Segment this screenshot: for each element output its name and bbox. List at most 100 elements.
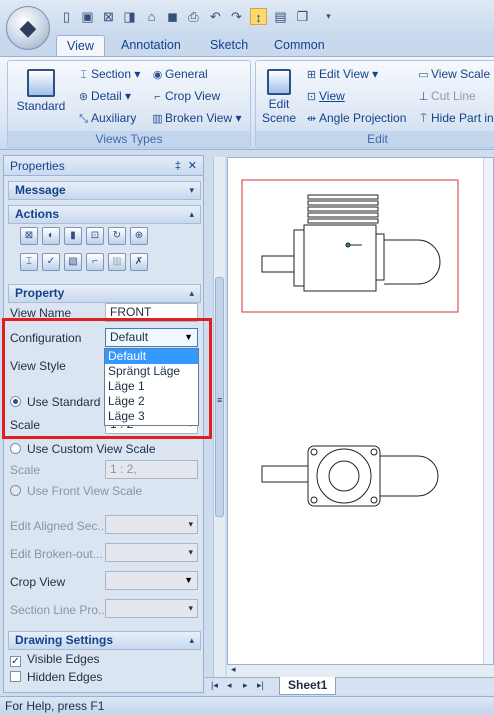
notes-icon[interactable]: ▤ — [272, 8, 289, 25]
view-label: View — [319, 89, 345, 103]
window-icon[interactable]: ❐ — [294, 8, 311, 25]
section-line-select[interactable]: ▾ — [105, 599, 198, 618]
general-icon: ◉ — [152, 69, 163, 81]
pin-icon[interactable]: ‡ — [175, 156, 181, 176]
undo-icon[interactable]: ↶ — [207, 8, 224, 25]
drawing-sheet — [241, 179, 459, 507]
canvas-horizontal-scrollbar[interactable]: ◂ — [227, 664, 494, 677]
custom-scale-label: Scale — [10, 463, 41, 477]
dropdown-arrow-icon: ▾ — [188, 547, 193, 557]
next-sheet-icon[interactable]: ▸ — [243, 680, 248, 691]
export-icon[interactable]: ⊠ — [100, 8, 117, 25]
edit-broken-label: Edit Broken-out... — [10, 547, 103, 561]
action-crop-icon[interactable]: ⌐ — [86, 253, 104, 271]
open-icon[interactable]: ▣ — [79, 8, 96, 25]
section-button[interactable]: ⌶ Section ▾ — [76, 66, 140, 84]
use-front-scale-radio[interactable]: Use Front View Scale — [10, 483, 142, 499]
view-button[interactable]: ⊡ View — [304, 88, 345, 106]
use-front-label: Use Front View Scale — [27, 484, 143, 498]
dropdown-arrow-icon: ▼ — [184, 575, 193, 585]
print-icon[interactable]: ⎙ — [185, 8, 202, 25]
smart-dimension-icon[interactable]: ↕ — [250, 8, 267, 25]
highlight-annotation-box — [2, 318, 212, 439]
use-custom-label: Use Custom View Scale — [27, 442, 156, 456]
folder-icon[interactable]: ⌂ — [143, 8, 160, 25]
checkbox-checked-icon: ✓ — [10, 656, 21, 667]
custom-scale-field[interactable]: 1 : 2, — [105, 460, 198, 479]
ribbon: Standard ⌶ Section ▾ ⊛ Detail ▾ ⤡ Auxiliary… — [0, 56, 494, 150]
edit-view-button[interactable]: ⊞ Edit View ▾ — [304, 66, 378, 84]
cut-line-label: Cut Line — [431, 89, 476, 103]
properties-title-text: Properties — [10, 159, 65, 173]
first-sheet-icon[interactable]: |◂ — [211, 680, 218, 691]
message-section-header[interactable]: Message ▾ — [8, 181, 201, 200]
action-view-icon[interactable]: ⊠ — [20, 227, 38, 245]
edit-aligned-select[interactable]: ▾ — [105, 515, 198, 534]
hidden-edges-checkbox[interactable]: Hidden Edges — [10, 669, 102, 685]
drawing-canvas[interactable] — [227, 157, 494, 665]
sheet-tab-sheet1[interactable]: Sheet1 — [279, 677, 337, 695]
redo-icon[interactable]: ↷ — [228, 8, 245, 25]
application-menu-button[interactable]: ◆ — [6, 6, 50, 50]
tab-view[interactable]: View — [56, 35, 105, 56]
prev-sheet-icon[interactable]: ◂ — [227, 680, 232, 691]
edit-group-label: Edit — [256, 131, 494, 147]
chevron-up-icon: ▴ — [189, 288, 194, 298]
action-check-icon[interactable]: ✓ — [42, 253, 60, 271]
customize-icon[interactable]: ▾ — [320, 8, 337, 25]
edit-scene-button[interactable]: Edit Scene — [259, 69, 299, 125]
section-line-label: Section Line Pro... — [10, 603, 109, 617]
property-section-header[interactable]: Property ▴ — [8, 284, 201, 303]
auxiliary-icon: ⤡ — [79, 113, 88, 125]
angle-projection-button[interactable]: ⇹ Angle Projection — [304, 110, 407, 128]
new-icon[interactable]: ▯ — [58, 8, 75, 25]
edit-group: Edit Scene ⊞ Edit View ▾ ⊡ View ⇹ Angle Pro… — [255, 60, 494, 148]
front-view[interactable] — [261, 194, 441, 292]
edit-broken-select[interactable]: ▾ — [105, 543, 198, 562]
action-cylinder-icon[interactable]: ▮ — [64, 227, 82, 245]
property-section-label: Property — [15, 286, 65, 300]
crop-view-icon: ⌐ — [154, 91, 161, 103]
close-icon[interactable]: ✕ — [188, 156, 197, 176]
actions-section-header[interactable]: Actions ▴ — [8, 205, 201, 224]
auxiliary-button[interactable]: ⤡ Auxiliary — [76, 110, 136, 128]
drawing-settings-header[interactable]: Drawing Settings ▴ — [8, 631, 201, 650]
print-preview-icon[interactable]: ◨ — [121, 8, 138, 25]
hide-part-button[interactable]: ⍑ Hide Part in — [416, 110, 494, 128]
action-detail-icon[interactable]: ⊕ — [130, 227, 148, 245]
detail-button[interactable]: ⊛ Detail ▾ — [76, 88, 131, 106]
broken-view-button[interactable]: ▥ Broken View ▾ — [150, 110, 241, 128]
edit-scene-icon — [267, 69, 291, 95]
panel-splitter[interactable]: ≡ — [213, 157, 225, 691]
view-scale-button[interactable]: ▭ View Scale — [416, 66, 490, 84]
scroll-left-icon[interactable]: ◂ — [231, 664, 236, 675]
general-button[interactable]: ◉ General — [150, 66, 208, 84]
action-rotate-icon[interactable]: ↻ — [108, 227, 126, 245]
action-shade-icon[interactable]: ◐ — [42, 227, 60, 245]
angle-projection-label: Angle Projection — [319, 111, 407, 125]
tab-common[interactable]: Common — [264, 35, 335, 56]
auxiliary-label: Auxiliary — [91, 111, 137, 125]
use-custom-scale-radio[interactable]: Use Custom View Scale — [10, 441, 156, 457]
canvas-vertical-scrollbar[interactable] — [483, 158, 493, 664]
action-break-icon[interactable]: ▥ — [108, 253, 126, 271]
action-scale-icon[interactable]: ⊡ — [86, 227, 104, 245]
last-sheet-icon[interactable]: ▸| — [257, 680, 264, 691]
tab-sketch[interactable]: Sketch — [200, 35, 258, 56]
checkbox-unchecked-icon — [10, 671, 21, 682]
cut-line-button[interactable]: ⊥ Cut Line — [416, 88, 476, 106]
chevron-down-icon: ▾ — [189, 185, 194, 195]
standard-button[interactable]: Standard — [16, 69, 66, 113]
tab-annotation[interactable]: Annotation — [111, 35, 191, 56]
crop-view-select[interactable]: ▼ — [105, 571, 198, 590]
edit-aligned-label: Edit Aligned Sec... — [10, 519, 108, 533]
save-icon[interactable]: ◼ — [164, 8, 181, 25]
visible-edges-checkbox[interactable]: ✓ Visible Edges — [10, 651, 100, 667]
action-hatch-icon[interactable]: ▧ — [64, 253, 82, 271]
action-section-icon[interactable]: ⌶ — [20, 253, 38, 271]
crop-view-button[interactable]: ⌐ Crop View — [150, 88, 220, 106]
app-logo-icon: ◆ — [19, 15, 37, 40]
angle-projection-icon: ⇹ — [306, 113, 317, 125]
action-delete-icon[interactable]: ✗ — [130, 253, 148, 271]
top-view[interactable] — [261, 445, 439, 507]
